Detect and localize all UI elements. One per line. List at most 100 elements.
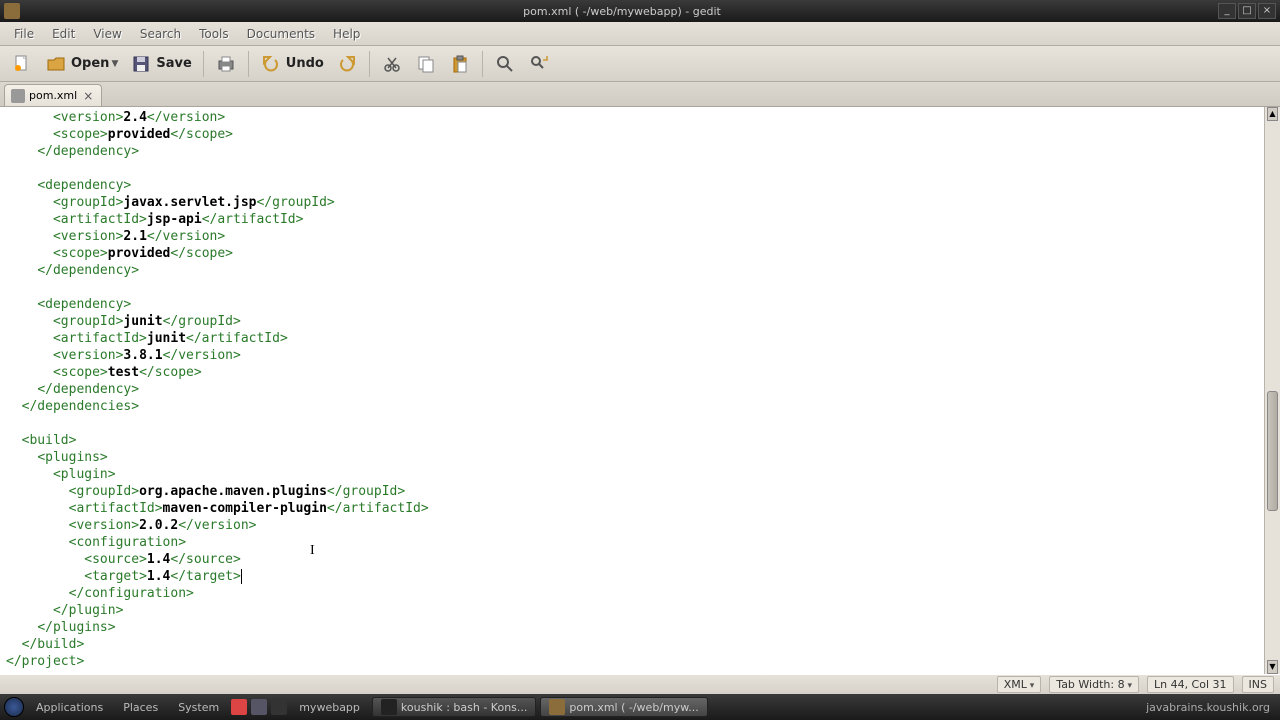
scroll-up-arrow[interactable]: ▲	[1267, 107, 1278, 121]
editor-line[interactable]: </plugins>	[6, 619, 1258, 636]
toolbar-separator	[248, 51, 249, 77]
menu-edit[interactable]: Edit	[44, 24, 83, 44]
terminal-icon[interactable]	[271, 699, 287, 715]
toolbar-separator	[203, 51, 204, 77]
minimize-button[interactable]: _	[1218, 3, 1236, 19]
editor-line[interactable]: </project>	[6, 653, 1258, 670]
maximize-button[interactable]: □	[1238, 3, 1256, 19]
editor-line[interactable]: <build>	[6, 432, 1258, 449]
start-menu-button[interactable]	[4, 697, 24, 717]
editor-line[interactable]: <artifactId>jsp-api</artifactId>	[6, 211, 1258, 228]
menu-file[interactable]: File	[6, 24, 42, 44]
document-tabs: pom.xml ×	[0, 82, 1280, 106]
cursor-position: Ln 44, Col 31	[1147, 676, 1234, 693]
cut-button[interactable]	[376, 49, 408, 79]
taskbar-item-label: koushik : bash - Kons...	[401, 701, 527, 714]
file-icon	[11, 89, 25, 103]
file-manager-icon[interactable]	[251, 699, 267, 715]
copy-icon	[415, 53, 437, 75]
chevron-down-icon: ▼	[111, 59, 118, 69]
firefox-icon[interactable]	[231, 699, 247, 715]
editor-line[interactable]: </build>	[6, 636, 1258, 653]
editor-line[interactable]: <scope>provided</scope>	[6, 245, 1258, 262]
editor-line[interactable]: <dependency>	[6, 177, 1258, 194]
undo-icon	[260, 53, 282, 75]
toolbar-separator	[482, 51, 483, 77]
editor-line[interactable]	[6, 279, 1258, 296]
taskbar-places[interactable]: Places	[115, 698, 166, 717]
menu-tools[interactable]: Tools	[191, 24, 237, 44]
open-label: Open	[71, 56, 109, 71]
editor-line[interactable]: <target>1.4</target>	[6, 568, 1258, 585]
editor-line[interactable]: </dependencies>	[6, 398, 1258, 415]
undo-button[interactable]: Undo	[255, 49, 329, 79]
konsole-icon	[381, 699, 397, 715]
tray-text: javabrains.koushik.org	[1140, 701, 1276, 714]
editor-line[interactable]: </dependency>	[6, 143, 1258, 160]
editor-line[interactable]: </dependency>	[6, 262, 1258, 279]
find-replace-button[interactable]	[523, 49, 555, 79]
taskbar-item-konsole[interactable]: koushik : bash - Kons...	[372, 697, 536, 717]
menu-view[interactable]: View	[85, 24, 129, 44]
copy-button[interactable]	[410, 49, 442, 79]
editor-line[interactable]: <dependency>	[6, 296, 1258, 313]
editor-line[interactable]: <groupId>junit</groupId>	[6, 313, 1258, 330]
editor-line[interactable]: </plugin>	[6, 602, 1258, 619]
taskbar-mywebapp[interactable]: mywebapp	[291, 698, 368, 717]
app-icon	[4, 3, 20, 19]
scroll-down-arrow[interactable]: ▼	[1267, 660, 1278, 674]
taskbar-item-gedit[interactable]: pom.xml ( -/web/myw...	[540, 697, 707, 717]
find-button[interactable]	[489, 49, 521, 79]
find-replace-icon	[528, 53, 550, 75]
editor-line[interactable]: <groupId>org.apache.maven.plugins</group…	[6, 483, 1258, 500]
new-file-icon	[11, 53, 33, 75]
editor-line[interactable]: <version>2.0.2</version>	[6, 517, 1258, 534]
insert-mode[interactable]: INS	[1242, 676, 1274, 693]
paste-icon	[449, 53, 471, 75]
editor-line[interactable]: <version>2.4</version>	[6, 109, 1258, 126]
gedit-icon	[549, 699, 565, 715]
editor-line[interactable]: </configuration>	[6, 585, 1258, 602]
tab-width-selector[interactable]: Tab Width: 8	[1049, 676, 1139, 693]
menu-documents[interactable]: Documents	[239, 24, 323, 44]
tab-pom-xml[interactable]: pom.xml ×	[4, 84, 102, 106]
taskbar-applications[interactable]: Applications	[28, 698, 111, 717]
editor-line[interactable]: </dependency>	[6, 381, 1258, 398]
editor-line[interactable]: <artifactId>maven-compiler-plugin</artif…	[6, 500, 1258, 517]
editor-line[interactable]: <artifactId>junit</artifactId>	[6, 330, 1258, 347]
tab-label: pom.xml	[29, 89, 77, 102]
print-icon	[215, 53, 237, 75]
editor-line[interactable]: <version>2.1</version>	[6, 228, 1258, 245]
save-label: Save	[156, 56, 191, 71]
editor-line[interactable]	[6, 415, 1258, 432]
vertical-scrollbar[interactable]: ▲ ▼	[1264, 107, 1280, 674]
save-button[interactable]: Save	[125, 49, 196, 79]
cut-icon	[381, 53, 403, 75]
window-controls: _ □ ×	[1218, 3, 1276, 19]
editor-line[interactable]: <source>1.4</source>	[6, 551, 1258, 568]
paste-button[interactable]	[444, 49, 476, 79]
editor-line[interactable]: <configuration>	[6, 534, 1258, 551]
window-titlebar: pom.xml ( -/web/mywebapp) - gedit _ □ ×	[0, 0, 1280, 22]
editor-line[interactable]: <plugins>	[6, 449, 1258, 466]
scrollbar-thumb[interactable]	[1267, 391, 1278, 511]
close-button[interactable]: ×	[1258, 3, 1276, 19]
print-button[interactable]	[210, 49, 242, 79]
redo-button[interactable]	[331, 49, 363, 79]
editor-line[interactable]: <version>3.8.1</version>	[6, 347, 1258, 364]
editor-area: <version>2.4</version> <scope>provided</…	[0, 106, 1280, 674]
editor-line[interactable]: <scope>test</scope>	[6, 364, 1258, 381]
taskbar-system[interactable]: System	[170, 698, 227, 717]
tab-close-icon[interactable]: ×	[81, 89, 95, 103]
new-button[interactable]	[6, 49, 38, 79]
menu-search[interactable]: Search	[132, 24, 189, 44]
toolbar: Open ▼ Save Undo	[0, 46, 1280, 82]
editor-line[interactable]: <plugin>	[6, 466, 1258, 483]
editor-line[interactable]: <scope>provided</scope>	[6, 126, 1258, 143]
text-editor[interactable]: <version>2.4</version> <scope>provided</…	[0, 107, 1264, 674]
menu-help[interactable]: Help	[325, 24, 368, 44]
language-selector[interactable]: XML	[997, 676, 1042, 693]
editor-line[interactable]	[6, 160, 1258, 177]
open-button[interactable]: Open ▼	[40, 49, 123, 79]
editor-line[interactable]: <groupId>javax.servlet.jsp</groupId>	[6, 194, 1258, 211]
